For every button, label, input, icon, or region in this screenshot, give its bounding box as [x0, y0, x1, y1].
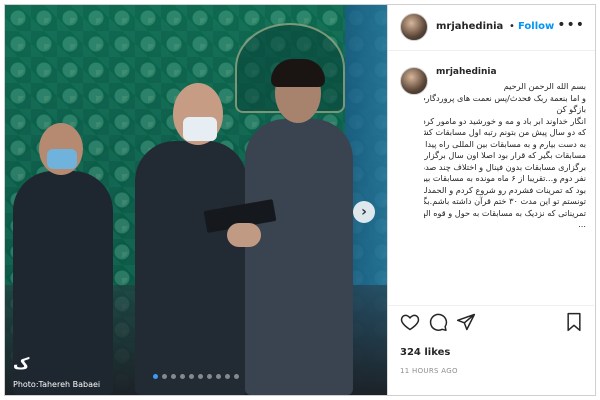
caption-line: که دو سال پیش من بتونم رتبه اول مسابقات … [424, 127, 586, 137]
share-icon[interactable] [456, 312, 476, 332]
caption-line: بازگو کن [556, 104, 586, 114]
caption-line: تمریناتی که نزدیک به مسابقات به حول و قو… [424, 207, 586, 218]
heart-icon[interactable] [400, 312, 420, 332]
next-slide-arrow-icon[interactable]: › [353, 201, 375, 223]
caption: mrjahedinia بسم الله الرحمن الرحیم و اما … [388, 61, 594, 291]
slide-dot [180, 374, 185, 379]
caption-line: بسم الله الرحمن الرحیم [503, 81, 586, 91]
caption-line: نفر دوم و...تقریبا از ۶ ماه مونده به مسا… [424, 173, 586, 183]
caption-line: و اما بنعمة ربک فحدث/پس نعمت های پروردگا… [424, 92, 586, 103]
caption-text: بسم الله الرحمن الرحیم و اما بنعمة ربک فح… [424, 81, 586, 231]
slide-indicator [5, 364, 387, 383]
slide-dot [189, 374, 194, 379]
header-username[interactable]: mrjahedinia [436, 21, 503, 32]
handshake [227, 223, 261, 247]
instagram-post: › ک Photo:Tahereh Babaei mrjahedinia • F… [4, 4, 596, 396]
post-sidebar: mrjahedinia • Follow ••• mrjahedinia بسم… [387, 5, 595, 395]
post-photo[interactable]: › ک Photo:Tahereh Babaei [5, 5, 387, 395]
caption-line: مسابقات بگیر که قرار بود اصلا اون سال بر… [424, 150, 586, 160]
comment-icon[interactable] [428, 312, 448, 332]
caption-username[interactable]: mrjahedinia [436, 67, 497, 77]
more-options-icon[interactable]: ••• [557, 17, 585, 33]
slide-dot [216, 374, 221, 379]
slide-dot [198, 374, 203, 379]
caption-line: به دست بیارم و به مسابقات بین المللی راه… [424, 138, 586, 149]
caption-line: ... [578, 219, 586, 229]
slide-dot [171, 374, 176, 379]
likes-count[interactable]: 324 likes [400, 347, 450, 358]
follow-button[interactable]: Follow [518, 21, 554, 32]
caption-line: تونستم تو این مدت ۳۰ ختم قرآن داشته باشم… [424, 196, 586, 206]
slide-dot [234, 374, 239, 379]
post-header: mrjahedinia • Follow ••• [388, 5, 595, 51]
post-timestamp[interactable]: 11 HOURS AGO [400, 367, 458, 375]
caption-line: انگار خداوند ابر باد و مه و خورشید دو ما… [424, 115, 586, 126]
caption-line: برگزاری مسابقات بدون فینال و اختلاف چند … [424, 161, 586, 172]
slide-dot [162, 374, 167, 379]
avatar[interactable] [400, 13, 428, 41]
bookmark-icon[interactable] [564, 312, 584, 332]
caption-line: بود که تمرینات فشردم رو شروع کردم و الحم… [424, 184, 586, 195]
action-bar [388, 305, 594, 337]
slide-dot [225, 374, 230, 379]
slide-dot [153, 374, 158, 379]
separator-dot: • [509, 21, 515, 32]
slide-dot [207, 374, 212, 379]
